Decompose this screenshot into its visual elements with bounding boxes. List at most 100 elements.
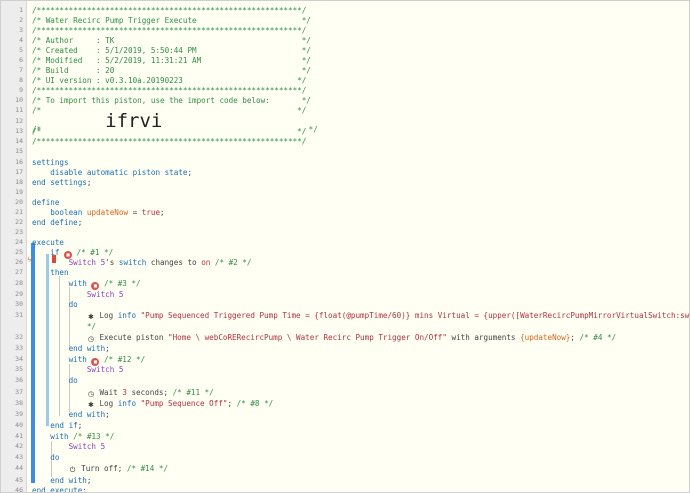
code-token: Switch 5	[32, 365, 124, 374]
code-token: execute	[32, 238, 65, 247]
code-token: /* #1 */	[72, 248, 114, 257]
code-token: seconds;	[126, 388, 173, 397]
code-token: do	[32, 300, 78, 309]
code-line[interactable]: 31 ✱ Log info "Pump Sequenced Triggered …	[1, 310, 689, 321]
line-number: 43	[15, 453, 23, 461]
code-token: if	[32, 248, 65, 257]
code-token: ;	[82, 486, 87, 493]
code-line[interactable]: 37 ◷ Wait 3 seconds; /* #11 */	[1, 387, 689, 398]
code-token: /***************************************…	[32, 6, 307, 15]
code-line[interactable]: 40 end if;	[1, 420, 689, 431]
code-token: end with	[32, 476, 87, 485]
code-token: Execute piston	[94, 333, 169, 342]
code-token: disable automatic piston state	[32, 168, 188, 177]
code-token: /* #14 */	[126, 464, 169, 473]
code-line[interactable]: 46 end execute;	[1, 485, 689, 493]
code-text: ◷ Wait 3 seconds; /* #11 */	[32, 387, 214, 398]
code-token: /* Created : 5/1/2019, 5:50:44 PM */	[32, 46, 311, 55]
code-token: ;	[77, 421, 83, 430]
code-text: do	[32, 375, 78, 386]
code-token: /***************************************…	[32, 86, 307, 95]
code-token: do	[32, 453, 60, 462]
code-line[interactable]: 43 do	[1, 452, 689, 463]
code-line[interactable]: 28 with ■ /* #3 */	[1, 278, 689, 290]
code-token: end execute	[32, 486, 83, 493]
code-token: Switch 5	[32, 442, 106, 451]
code-token: =	[128, 208, 142, 217]
code-token: /* #8 */	[236, 399, 274, 408]
code-token: then	[32, 268, 69, 277]
line-number: 32	[15, 333, 23, 341]
code-token: info	[117, 399, 137, 408]
line-number: 44	[15, 464, 23, 472]
bug-icon[interactable]: ✱	[87, 313, 95, 321]
code-token: Wait	[94, 388, 123, 397]
code-token: ;	[160, 208, 165, 217]
code-token: "Home \ webCoRERecircPump \ Water Recirc…	[168, 333, 447, 342]
code-text: /* */	[32, 105, 306, 116]
line-number: 38	[15, 399, 23, 407]
code-line[interactable]: 35 Switch 5	[1, 364, 689, 375]
code-token: "Pump Sequence Off"	[140, 399, 228, 408]
code-text: end if;	[32, 420, 82, 431]
code-token: Switch 5	[68, 258, 106, 267]
code-token: ;	[187, 168, 193, 177]
code-token: end with	[32, 344, 106, 353]
code-token: /* #11 */	[172, 388, 214, 397]
code-line[interactable]: 42 Switch 5	[1, 441, 689, 452]
code-text: ✱ Log info "Pump Sequence Off"; /* #8 */	[32, 398, 273, 409]
code-token: define	[32, 198, 60, 207]
code-line[interactable]: 44 ⏻ Turn off; /* #14 */	[1, 463, 689, 474]
clock-icon[interactable]: ◷	[87, 390, 95, 398]
code-token: "Pump Sequenced Triggered Pump Time = {f…	[140, 311, 690, 320]
code-line[interactable]: 15	[1, 146, 689, 157]
power-icon[interactable]: ⏻	[69, 466, 77, 474]
bug-icon[interactable]: ✱	[87, 401, 95, 409]
code-token: /* Author : TK */	[32, 36, 311, 45]
code-token: end define	[32, 218, 78, 227]
code-text: ◷ Execute piston "Home \ webCoRERecircPu…	[32, 332, 616, 343]
code-token: /* #2 */	[210, 258, 252, 267]
code-token: settings	[32, 158, 69, 167]
line-number: 27	[15, 268, 23, 276]
line-number: 31	[15, 311, 23, 319]
code-line[interactable]: */	[1, 321, 689, 332]
code-token: with arguments	[446, 333, 521, 342]
code-token: 's	[105, 258, 119, 267]
code-token: /* #12 */	[99, 355, 146, 364]
code-token: /* #4 */	[579, 333, 617, 342]
code-text: end with;	[32, 343, 110, 354]
code-token: /* UI version : v0.3.10a.20190223 */	[32, 76, 307, 85]
code-token: true	[141, 208, 161, 217]
code-line[interactable]: 30 do	[1, 299, 689, 310]
code-editor: ϟ 1/************************************…	[0, 0, 690, 493]
code-token: Switch 5	[32, 290, 124, 299]
line-number: 35	[15, 365, 23, 373]
line-number: 46	[15, 486, 23, 493]
code-token: end if	[32, 421, 78, 430]
code-text: end execute;	[32, 485, 87, 493]
line-number: 11	[15, 106, 23, 114]
line-number: 15	[15, 147, 23, 155]
code-line[interactable]: 32 ◷ Execute piston "Home \ webCoRERecir…	[1, 332, 689, 343]
code-token: Log	[94, 311, 118, 320]
line-number: 42	[15, 442, 23, 450]
code-line[interactable]: 39 end with;	[1, 409, 689, 420]
code-token: ;	[570, 333, 580, 342]
code-line[interactable]: 38 ✱ Log info "Pump Sequence Off"; /* #8…	[1, 398, 689, 409]
code-token: on	[201, 258, 211, 267]
code-text: end with;	[32, 409, 110, 420]
line-number: 40	[15, 421, 23, 429]
code-line[interactable]: 33 end with;	[1, 343, 689, 354]
code-token: /***************************************…	[32, 137, 307, 146]
code-line[interactable]: 36 do	[1, 375, 689, 386]
code-token: ;	[86, 476, 92, 485]
code-line[interactable]: 27 then	[1, 267, 689, 278]
clock-icon[interactable]: ◷	[87, 335, 95, 343]
code-token: changes to	[146, 258, 202, 267]
